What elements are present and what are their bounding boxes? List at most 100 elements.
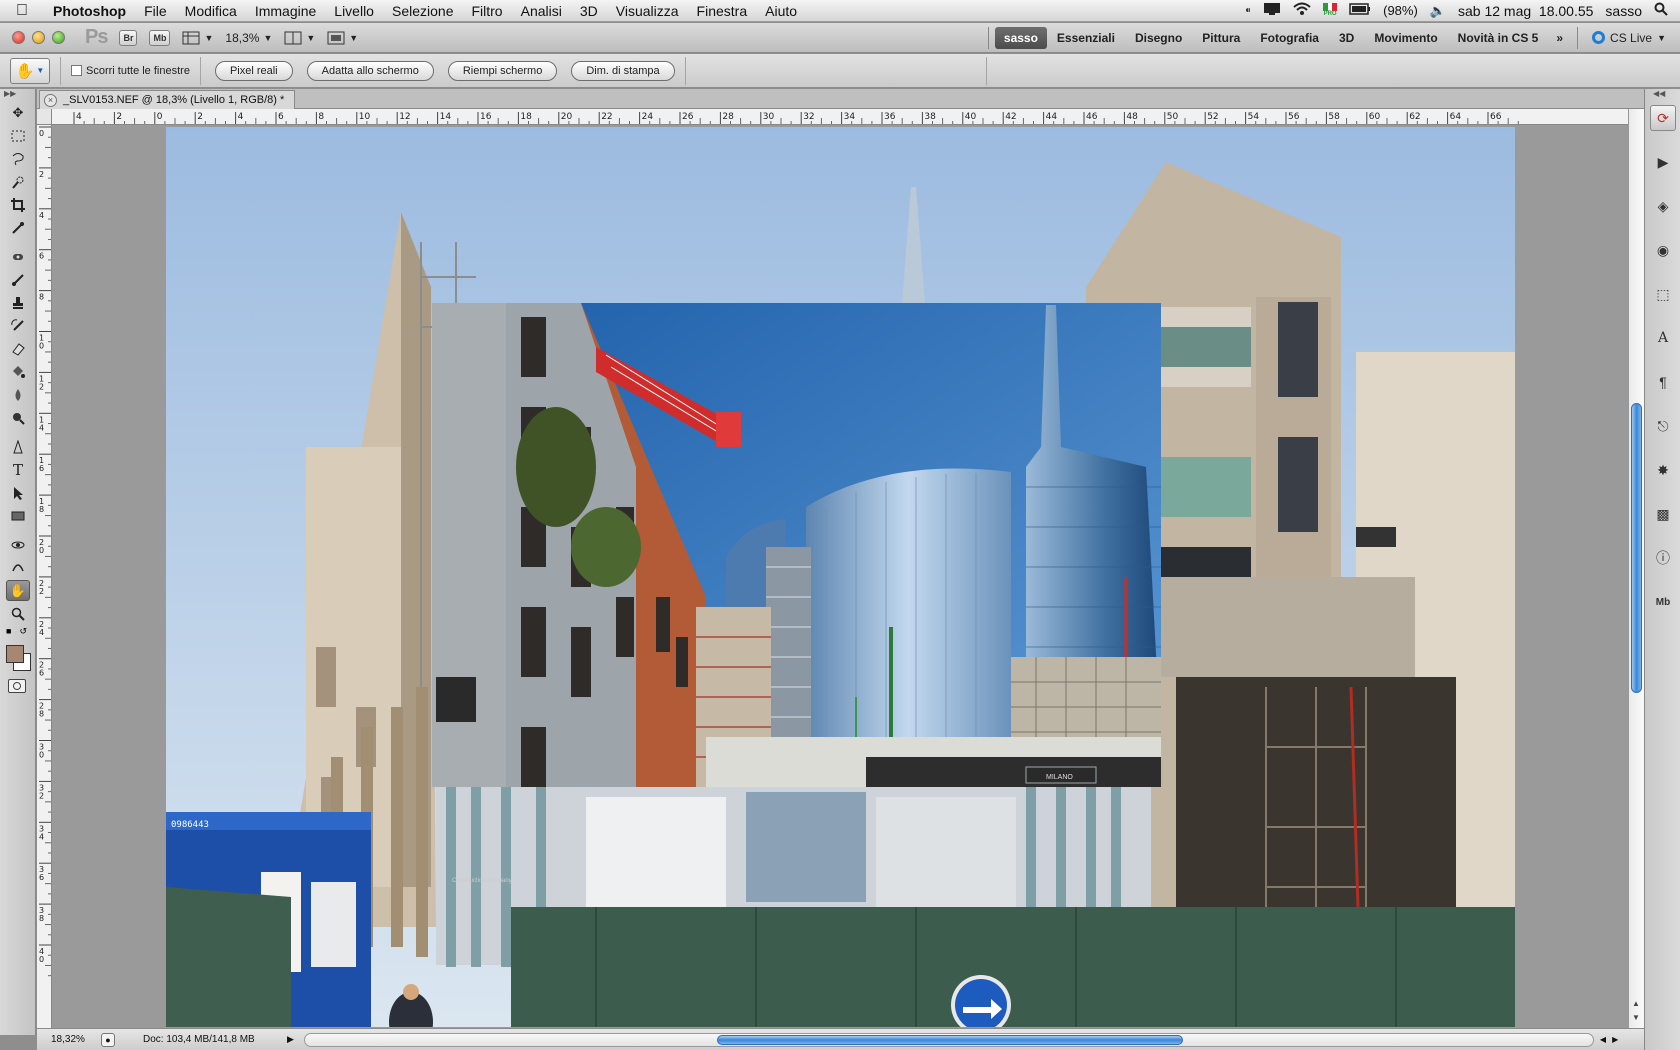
menu-immagine[interactable]: Immagine bbox=[246, 3, 325, 19]
menu-analisi[interactable]: Analisi bbox=[512, 3, 571, 19]
foreground-color-swatch[interactable] bbox=[6, 645, 24, 663]
screen-mode-dropdown[interactable]: ▼ bbox=[327, 31, 358, 45]
zoom-window-button[interactable] bbox=[52, 31, 65, 44]
zoom-level-dropdown[interactable]: 18,3% ▼ bbox=[225, 31, 272, 45]
paint-bucket-tool-icon[interactable] bbox=[6, 361, 30, 382]
type-tool-icon[interactable]: T bbox=[6, 459, 30, 480]
eyedropper-tool-icon[interactable] bbox=[6, 217, 30, 238]
scroll-down-icon[interactable]: ▼ bbox=[1632, 1013, 1640, 1022]
crop-tool-icon[interactable] bbox=[6, 194, 30, 215]
print-size-button[interactable]: Dim. di stampa bbox=[571, 60, 675, 81]
brush-tool-icon[interactable] bbox=[6, 269, 30, 290]
menu-finestra[interactable]: Finestra bbox=[688, 3, 757, 19]
wifi-icon[interactable] bbox=[1293, 2, 1311, 19]
horizontal-scrollbar[interactable] bbox=[303, 1032, 1594, 1047]
menu-app-name[interactable]: Photoshop bbox=[44, 3, 135, 19]
blur-tool-icon[interactable] bbox=[6, 384, 30, 405]
status-zoom-field[interactable]: 18,32% bbox=[37, 1034, 97, 1045]
lasso-tool-icon[interactable] bbox=[6, 148, 30, 169]
move-tool-icon[interactable]: ✥ bbox=[6, 102, 30, 123]
workspace-disegno[interactable]: Disegno bbox=[1125, 31, 1192, 45]
history-brush-tool-icon[interactable] bbox=[6, 315, 30, 336]
eraser-tool-icon[interactable] bbox=[6, 338, 30, 359]
spotlight-search-icon[interactable] bbox=[1654, 2, 1668, 19]
workspace-movimento[interactable]: Movimento bbox=[1364, 31, 1447, 45]
menu-3d[interactable]: 3D bbox=[571, 3, 607, 19]
channels-icon[interactable]: ◉ bbox=[1650, 237, 1676, 263]
clone-source-icon[interactable]: ⎋ bbox=[1650, 413, 1676, 439]
horizontal-scroll-thumb[interactable] bbox=[716, 1034, 1183, 1045]
close-document-icon[interactable]: × bbox=[44, 93, 57, 107]
checkbox-box[interactable] bbox=[71, 65, 82, 76]
document-image[interactable]: 0986443 Construction company MILANO bbox=[166, 127, 1515, 1027]
menu-livello[interactable]: Livello bbox=[325, 3, 383, 19]
arrange-documents-dropdown[interactable]: ▼ bbox=[284, 31, 315, 45]
launch-bridge-button[interactable]: Br bbox=[119, 29, 138, 46]
character-icon[interactable]: A bbox=[1650, 325, 1676, 351]
pen-tool-icon[interactable] bbox=[6, 436, 30, 457]
panel-expand-icon[interactable]: ◀◀ bbox=[1645, 89, 1680, 101]
menubar-user[interactable]: sasso bbox=[1605, 3, 1642, 19]
fill-screen-button[interactable]: Riempi schermo bbox=[447, 60, 558, 81]
workspace-novita-cs5[interactable]: Novità in CS 5 bbox=[1448, 31, 1549, 45]
horizontal-ruler[interactable]: 4 2 0 2 4 6 8 10 12 14 16 18 20 22 24 26 28 30 32 34 36 38 40 4… bbox=[52, 109, 1628, 125]
workspace-fotografia[interactable]: Fotografia bbox=[1250, 31, 1329, 45]
document-tab[interactable]: × _SLV0153.NEF @ 18,3% (Livello 1, RGB/8… bbox=[39, 90, 296, 109]
minimize-window-button[interactable] bbox=[32, 31, 45, 44]
ruler-origin[interactable] bbox=[37, 109, 52, 125]
menu-modifica[interactable]: Modifica bbox=[176, 3, 246, 19]
quick-selection-tool-icon[interactable] bbox=[6, 171, 30, 192]
scroll-up-icon[interactable]: ▲ bbox=[1632, 999, 1640, 1008]
workspace-pittura[interactable]: Pittura bbox=[1192, 31, 1250, 45]
fit-screen-button[interactable]: Adatta allo schermo bbox=[306, 60, 434, 81]
3d-rotate-tool-icon[interactable] bbox=[6, 534, 30, 555]
clone-stamp-tool-icon[interactable] bbox=[6, 292, 30, 313]
workspace-3d[interactable]: 3D bbox=[1329, 31, 1364, 45]
workspace-essenziali[interactable]: Essenziali bbox=[1047, 31, 1125, 45]
quick-mask-icon[interactable] bbox=[8, 679, 26, 693]
rectangle-tool-icon[interactable] bbox=[6, 505, 30, 526]
view-extras-dropdown[interactable]: ▼ bbox=[182, 31, 213, 45]
mini-bridge-icon[interactable]: ⟳ bbox=[1650, 105, 1676, 131]
dodge-tool-icon[interactable] bbox=[6, 407, 30, 428]
apple-menu-icon[interactable]:  bbox=[0, 2, 44, 20]
status-menu-arrow-icon[interactable]: ▶ bbox=[287, 1034, 294, 1045]
vertical-scroll-thumb[interactable] bbox=[1631, 403, 1642, 693]
bluetooth-icon[interactable]: ⁌ bbox=[1245, 3, 1252, 19]
info-icon[interactable]: ⓘ bbox=[1650, 545, 1676, 571]
volume-icon[interactable]: 🔈 bbox=[1430, 3, 1446, 19]
panel-collapse-icon[interactable]: ▶▶ bbox=[0, 89, 35, 101]
display-icon[interactable] bbox=[1263, 2, 1281, 19]
paragraph-icon[interactable]: ¶ bbox=[1650, 369, 1676, 395]
launch-minibridge-button[interactable]: Mb bbox=[149, 29, 171, 46]
layers-icon[interactable]: ◈ bbox=[1650, 193, 1676, 219]
menu-filtro[interactable]: Filtro bbox=[462, 3, 511, 19]
canvas-area[interactable]: 0986443 Construction company MILANO bbox=[52, 125, 1628, 1028]
3d-orbit-tool-icon[interactable] bbox=[6, 557, 30, 578]
menu-selezione[interactable]: Selezione bbox=[383, 3, 463, 19]
menu-visualizza[interactable]: Visualizza bbox=[607, 3, 688, 19]
mini-bridge-panel-icon[interactable]: Mb bbox=[1650, 589, 1676, 615]
zoom-tool-icon[interactable] bbox=[6, 603, 30, 624]
menu-aiuto[interactable]: Aiuto bbox=[756, 3, 806, 19]
hand-tool-icon[interactable]: ✋ bbox=[6, 580, 30, 601]
battery-icon[interactable] bbox=[1349, 3, 1371, 18]
scroll-right-icon[interactable]: ▶ bbox=[1612, 1035, 1618, 1044]
actual-pixels-button[interactable]: Pixel reali bbox=[214, 60, 293, 81]
more-workspaces-icon[interactable]: » bbox=[1548, 31, 1571, 45]
vertical-ruler[interactable]: 0246810121416182022242628303234363840 bbox=[37, 125, 52, 1028]
workspace-sasso[interactable]: sasso bbox=[994, 26, 1047, 49]
transform-icon[interactable]: ⬚ bbox=[1650, 281, 1676, 307]
path-selection-tool-icon[interactable] bbox=[6, 482, 30, 503]
marquee-tool-icon[interactable] bbox=[6, 125, 30, 146]
tool-preset-picker[interactable]: ✋ ▼ bbox=[10, 57, 50, 84]
menu-file[interactable]: File bbox=[135, 3, 176, 19]
vertical-scrollbar[interactable]: ▲ ▼ bbox=[1628, 109, 1644, 1028]
close-window-button[interactable] bbox=[12, 31, 25, 44]
menubar-clock[interactable]: sab 12 mag 18.00.55 bbox=[1458, 3, 1593, 19]
histogram-icon[interactable]: ▩ bbox=[1650, 501, 1676, 527]
scroll-left-icon[interactable]: ◀ bbox=[1600, 1035, 1606, 1044]
swap-colors-icon[interactable]: ↺ bbox=[19, 626, 27, 637]
cs-live-button[interactable]: CS Live ▼ bbox=[1584, 31, 1680, 45]
spot-healing-tool-icon[interactable] bbox=[6, 246, 30, 267]
